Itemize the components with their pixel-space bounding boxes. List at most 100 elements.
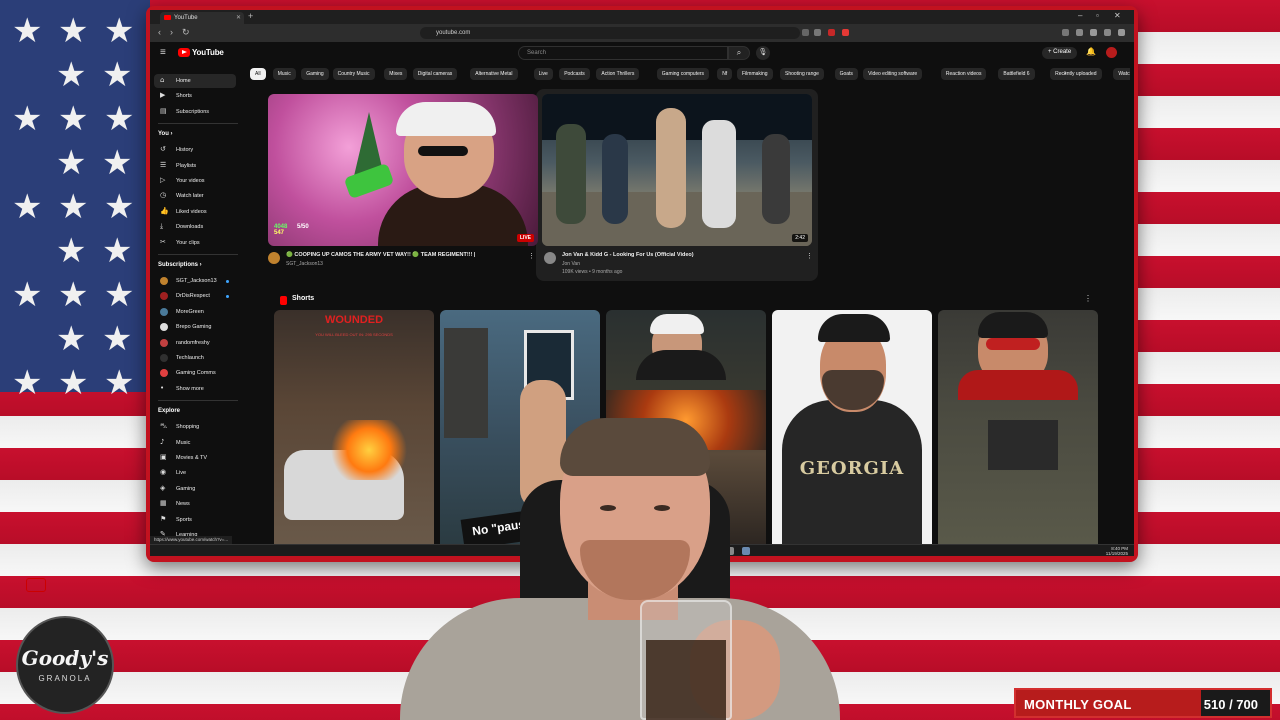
microphone-icon[interactable]: 🎙 xyxy=(756,46,770,60)
chip-goats[interactable]: Goats xyxy=(834,68,858,80)
explore-heading[interactable]: Explore xyxy=(158,408,180,414)
you-heading[interactable]: You › xyxy=(158,131,173,137)
sidebar-item-history[interactable]: ↺ History xyxy=(154,143,236,157)
sidebar-item-your-clips[interactable]: ✂ Your clips xyxy=(154,236,236,250)
extension-icon[interactable] xyxy=(1076,29,1083,36)
short-video[interactable] xyxy=(938,310,1098,550)
extension-icon[interactable] xyxy=(1062,29,1069,36)
chip-recently-uploaded[interactable]: Recently uploaded xyxy=(1050,68,1102,80)
notifications-bell-icon[interactable]: 🔔 xyxy=(1086,47,1096,56)
create-button[interactable]: + Create xyxy=(1042,47,1078,59)
sidebar-item-brepo-gaming[interactable]: Brepo Gaming xyxy=(154,320,236,334)
chip-country-music[interactable]: Country Music xyxy=(332,68,375,80)
account-avatar[interactable] xyxy=(1106,47,1117,58)
sidebar-item-watch-later[interactable]: ◷ Watch later xyxy=(154,189,236,203)
short-video[interactable]: WOUNDED YOU WILL BLEED OUT IN: 295 SECON… xyxy=(274,310,434,550)
sidebar-item-gaming-comms[interactable]: Gaming Comms xyxy=(154,366,236,380)
filter-chips-bar: All Music Gaming Country Music Mixes Digital … xyxy=(250,68,1130,82)
browser-tab[interactable]: YouTube ✕ xyxy=(160,12,244,24)
sidebar-item-your-videos[interactable]: ▷ Your videos xyxy=(154,174,236,188)
sidebar-item-randomfreshy[interactable]: randomfreshy xyxy=(154,336,236,350)
sidebar-item-moregreen[interactable]: MoreGreen xyxy=(154,305,236,319)
chip-gaming-computers[interactable]: Gaming computers xyxy=(656,68,710,80)
close-tab-icon[interactable]: ✕ xyxy=(236,14,241,21)
video-channel[interactable]: SGT_Jackson13 xyxy=(286,261,323,267)
url-field[interactable]: youtube.com xyxy=(420,27,800,39)
sidebar-item-shopping[interactable]: ⛍ Shopping xyxy=(154,420,236,434)
chip-shooting-range[interactable]: Shooting range xyxy=(780,68,824,80)
new-tab-icon[interactable]: + xyxy=(248,11,253,21)
chip-reaction-videos[interactable]: Reaction videos xyxy=(940,68,987,80)
more-options-icon[interactable]: ⋮ xyxy=(528,252,535,260)
chip-battlefield-6[interactable]: Battlefield 6 xyxy=(998,68,1035,80)
sidebar-item-label: Brepo Gaming xyxy=(176,324,212,331)
sidebar-item-sgt-jackson13[interactable]: SGT_Jackson13 xyxy=(154,274,236,288)
channel-avatar[interactable] xyxy=(544,252,556,264)
chip-digital-cameras[interactable]: Digital cameras xyxy=(412,68,458,80)
chip-action-thrillers[interactable]: Action Thrillers xyxy=(596,68,640,80)
chip-alternative-metal[interactable]: Alternative Metal xyxy=(470,68,518,80)
more-options-icon[interactable]: ⋮ xyxy=(806,252,813,260)
overlay-count: 547 xyxy=(274,230,285,236)
sidebar-item-live[interactable]: ◉ Live xyxy=(154,466,236,480)
sidebar-item-shorts[interactable]: ▶ Shorts xyxy=(154,89,236,103)
extension-icon[interactable] xyxy=(1090,29,1097,36)
menu-icon[interactable] xyxy=(1118,29,1125,36)
sidebar-item-news[interactable]: ▦ News xyxy=(154,497,236,511)
extension-icon[interactable] xyxy=(828,29,835,36)
extension-icon[interactable] xyxy=(1104,29,1111,36)
chip-gaming[interactable]: Gaming xyxy=(301,68,329,80)
hamburger-menu-icon[interactable]: ≡ xyxy=(160,47,166,58)
sidebar-item-liked-videos[interactable]: 👍 Liked videos xyxy=(154,205,236,219)
chip-music[interactable]: Music xyxy=(272,68,296,80)
playlists-icon: ☰ xyxy=(160,160,167,169)
subscriptions-heading[interactable]: Subscriptions › xyxy=(158,262,202,268)
close-window-icon[interactable]: ✕ xyxy=(1114,11,1121,20)
sidebar-item-gaming[interactable]: ◈ Gaming xyxy=(154,482,236,496)
sidebar-item-show-more[interactable]: • Show more xyxy=(154,382,236,396)
search-input[interactable]: Search xyxy=(518,46,728,60)
chip-all[interactable]: All xyxy=(250,68,266,80)
more-options-icon[interactable]: ⋮ xyxy=(1084,294,1092,303)
chip-watched[interactable]: Watched xyxy=(1113,68,1130,80)
video-thumbnail[interactable]: 2:42 xyxy=(542,94,812,246)
youtube-logo-icon[interactable] xyxy=(178,48,190,57)
extension-icon[interactable] xyxy=(842,29,849,36)
sidebar-item-sports[interactable]: ⚑ Sports xyxy=(154,513,236,527)
maximize-icon[interactable]: ▫ xyxy=(1096,11,1099,20)
goodys-granola-logo: Goody's GRANOLA xyxy=(16,616,114,714)
sidebar-item-drdisrespect[interactable]: DrDisRespect xyxy=(154,289,236,303)
chip-filmmaking[interactable]: Filmmaking xyxy=(737,68,773,80)
channel-avatar[interactable] xyxy=(268,252,280,264)
video-channel[interactable]: Jon Van xyxy=(562,261,580,267)
extension-icon[interactable] xyxy=(814,29,821,36)
chip-mixes[interactable]: Mixes xyxy=(384,68,408,80)
short-video[interactable]: GEORGIA xyxy=(772,310,932,550)
search-icon[interactable]: ⌕ xyxy=(728,46,750,60)
sidebar-item-techlaunch[interactable]: Techlaunch xyxy=(154,351,236,365)
channel-avatar xyxy=(160,369,168,378)
video-title[interactable]: 🟢 COOPING UP CAMOS THE ARMY VET WAY!! 🟢 … xyxy=(286,252,475,258)
back-icon[interactable]: ‹ xyxy=(158,27,161,37)
chip-podcasts[interactable]: Podcasts xyxy=(559,68,590,80)
sidebar-item-home[interactable]: ⌂ Home xyxy=(154,74,236,88)
reload-icon[interactable]: ↻ xyxy=(182,27,190,38)
chevron-right-icon[interactable]: › xyxy=(1064,68,1067,77)
chip-nf[interactable]: Nf xyxy=(717,68,733,80)
sidebar-item-movies-tv[interactable]: ▣ Movies & TV xyxy=(154,451,236,465)
minimize-icon[interactable]: – xyxy=(1078,11,1082,20)
sidebar-item-downloads[interactable]: ⤓ Downloads xyxy=(154,220,236,234)
video-thumbnail[interactable]: 4048 5/50 547 LIVE xyxy=(268,94,538,246)
chip-live[interactable]: Live xyxy=(533,68,553,80)
chip-video-editing-software[interactable]: Video editing software xyxy=(863,68,923,80)
sidebar-item-subscriptions[interactable]: ▤ Subscriptions xyxy=(154,105,236,119)
extension-icon[interactable] xyxy=(802,29,809,36)
forward-icon[interactable]: › xyxy=(170,27,173,37)
video-title[interactable]: Jon Van & Kidd G - Looking For Us (Offic… xyxy=(562,252,694,258)
sidebar-item-playlists[interactable]: ☰ Playlists xyxy=(154,159,236,173)
sidebar-item-music[interactable]: ♪ Music xyxy=(154,436,236,450)
youtube-logo-text[interactable]: YouTube xyxy=(192,48,224,57)
steam-icon[interactable] xyxy=(742,547,750,555)
clock[interactable]: 8:40 PM 11/19/2025 xyxy=(1106,546,1128,556)
flag-star: ★ xyxy=(12,275,43,315)
